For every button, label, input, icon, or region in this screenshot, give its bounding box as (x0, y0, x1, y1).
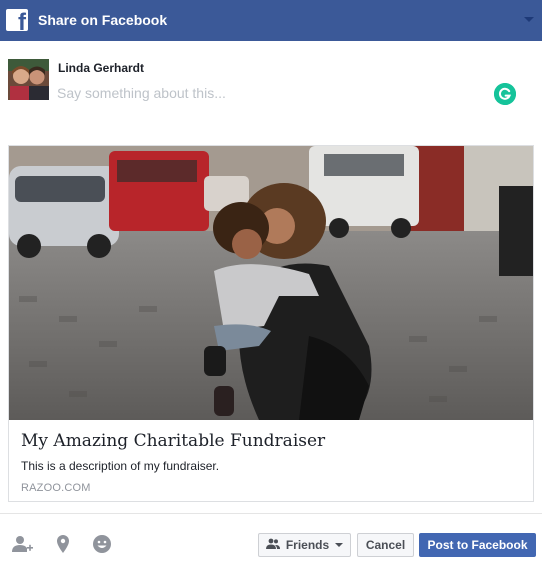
link-description: This is a description of my fundraiser. (21, 459, 220, 473)
user-name: Linda Gerhardt (58, 61, 145, 75)
friends-icon (265, 538, 280, 553)
dialog-header: f Share on Facebook (0, 0, 542, 41)
cancel-button[interactable]: Cancel (357, 533, 414, 557)
audience-selector-button[interactable]: Friends (258, 533, 351, 557)
emoji-icon[interactable] (91, 533, 113, 555)
link-preview-image (9, 146, 533, 420)
grammarly-icon[interactable] (494, 83, 516, 105)
link-domain: RAZOO.COM (21, 482, 91, 494)
chevron-down-icon[interactable] (524, 17, 534, 22)
audience-label: Friends (285, 538, 330, 552)
caret-down-icon (335, 543, 344, 547)
link-preview-card[interactable]: My Amazing Charitable Fundraiser This is… (8, 145, 534, 502)
facebook-logo-icon: f (6, 9, 28, 31)
say-something-input[interactable] (57, 83, 477, 103)
dialog-title: Share on Facebook (38, 12, 168, 28)
footer-divider (0, 513, 542, 514)
location-pin-icon[interactable] (52, 533, 74, 555)
post-to-facebook-button[interactable]: Post to Facebook (419, 533, 536, 557)
link-title[interactable]: My Amazing Charitable Fundraiser (21, 431, 325, 451)
tag-friends-icon[interactable] (11, 533, 33, 555)
avatar (8, 59, 49, 100)
